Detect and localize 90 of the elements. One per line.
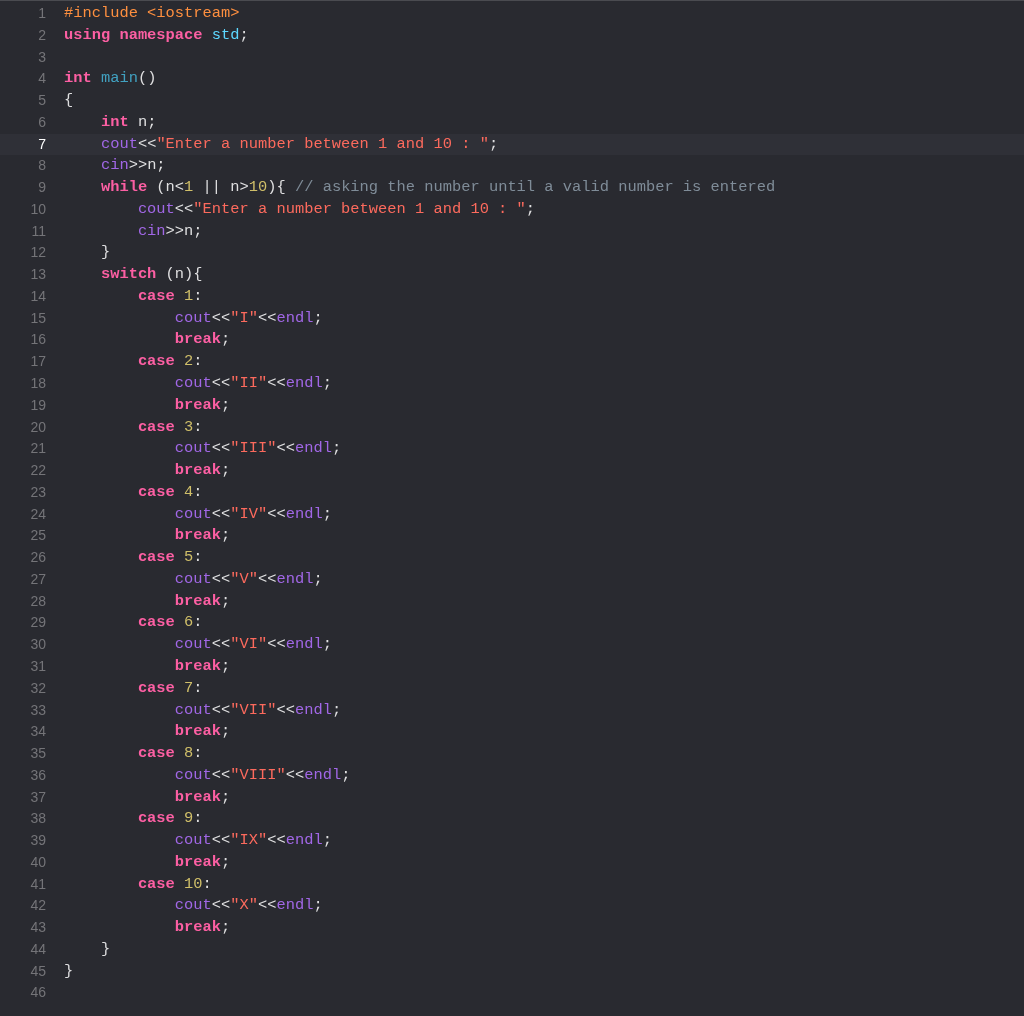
line-number: 13 xyxy=(29,265,46,285)
code-line: cout<<"II"<<endl; xyxy=(173,373,332,394)
code-line: cout<<"V"<<endl; xyxy=(173,568,323,590)
code-line: case 2: xyxy=(136,351,203,373)
code-line: cout<<"X"<<endl; xyxy=(173,895,323,917)
code-line: case 5: xyxy=(136,547,203,569)
line-number: 29 xyxy=(29,613,46,633)
line-number: 20 xyxy=(29,417,46,437)
line-number: 1 xyxy=(37,4,46,23)
code-line: cout<<"III"<<endl; xyxy=(173,438,342,460)
code-line: break; xyxy=(173,525,231,547)
line-number: 35 xyxy=(29,744,46,764)
code-line: cout<<"Enter a number between 1 and 10 : "; xyxy=(136,198,536,220)
line-number: 2 xyxy=(37,25,46,45)
code-line: case 10: xyxy=(136,873,212,895)
code-line: break; xyxy=(173,590,231,612)
line-number: 38 xyxy=(29,809,46,829)
line-number: 26 xyxy=(29,548,46,568)
code-line: break; xyxy=(173,721,231,743)
line-number: 33 xyxy=(29,700,46,720)
line-number: 19 xyxy=(29,395,46,415)
line-number: 44 xyxy=(29,939,46,959)
code-line: #include <iostream> xyxy=(64,3,240,24)
line-number: 4 xyxy=(37,69,46,89)
code-line: break; xyxy=(173,329,231,351)
code-line: break; xyxy=(173,460,231,482)
line-number: 31 xyxy=(29,656,46,676)
code-line: case 7: xyxy=(136,677,203,699)
code-line: using namespace std; xyxy=(64,24,249,46)
code-line: int n; xyxy=(99,111,157,133)
code-line: } xyxy=(99,938,111,960)
code-line: break; xyxy=(173,851,231,873)
code-line: cout<<"IV"<<endl; xyxy=(173,503,332,525)
line-number: 23 xyxy=(29,482,46,502)
code-line: while (n<1 || n>10){ // asking the number until a valid number is entered xyxy=(99,177,776,199)
code-line: switch (n){ xyxy=(99,264,203,286)
code-line: cout<<"IX"<<endl; xyxy=(173,830,332,852)
line-number: 7 xyxy=(37,134,46,154)
line-number: 36 xyxy=(29,765,46,785)
code-line: case 4: xyxy=(136,481,203,503)
code-line: cin>>n; xyxy=(99,155,166,177)
line-number: 37 xyxy=(29,787,46,807)
line-number: 45 xyxy=(29,961,46,981)
code-line: break; xyxy=(173,917,231,939)
line-number: 3 xyxy=(37,47,46,67)
line-number: 6 xyxy=(37,112,46,132)
line-number: 24 xyxy=(29,504,46,524)
code-line: int main() xyxy=(64,68,157,90)
code-line: cout<<"VIII"<<endl; xyxy=(173,764,351,786)
line-number: 25 xyxy=(29,526,46,546)
line-number: 27 xyxy=(29,569,46,589)
line-number: 8 xyxy=(37,156,46,176)
code-line: break; xyxy=(173,786,231,808)
line-number: 12 xyxy=(29,243,46,263)
code-line: cout<<"I"<<endl; xyxy=(173,307,323,329)
line-number: 40 xyxy=(29,852,46,872)
code-line: case 8: xyxy=(136,743,203,765)
line-number: 34 xyxy=(29,722,46,742)
line-number: 46 xyxy=(29,983,46,1003)
line-number: 39 xyxy=(29,831,46,851)
line-number: 10 xyxy=(29,199,46,219)
line-number: 32 xyxy=(29,678,46,698)
line-number: 18 xyxy=(29,374,46,393)
code-line: } xyxy=(99,242,111,264)
code-line: } xyxy=(64,960,74,982)
line-number: 42 xyxy=(29,896,46,916)
code-line: cout<<"VI"<<endl; xyxy=(173,634,332,656)
code-line: break; xyxy=(173,655,231,677)
line-number: 22 xyxy=(29,461,46,481)
line-number: 28 xyxy=(29,591,46,611)
line-number: 14 xyxy=(29,286,46,306)
code-line: cin>>n; xyxy=(136,220,203,242)
line-number: 16 xyxy=(29,330,46,350)
code-line: case 6: xyxy=(136,612,203,634)
line-number: 15 xyxy=(29,308,46,328)
line-number: 41 xyxy=(29,874,46,894)
code-line: case 1: xyxy=(136,285,203,307)
line-number: 21 xyxy=(29,439,46,459)
line-number: 11 xyxy=(30,221,46,241)
line-number: 5 xyxy=(37,91,46,111)
line-number: 9 xyxy=(37,178,46,198)
code-line: cout<<"Enter a number between 1 and 10 : "; xyxy=(99,133,499,155)
code-line: cout<<"VII"<<endl; xyxy=(173,699,342,721)
line-number: 43 xyxy=(29,918,46,938)
code-line: break; xyxy=(173,394,231,416)
line-number: 30 xyxy=(29,635,46,655)
line-number: 17 xyxy=(29,352,46,372)
code-line: case 3: xyxy=(136,416,203,438)
code-line: { xyxy=(64,90,74,112)
code-line: case 9: xyxy=(136,808,203,830)
